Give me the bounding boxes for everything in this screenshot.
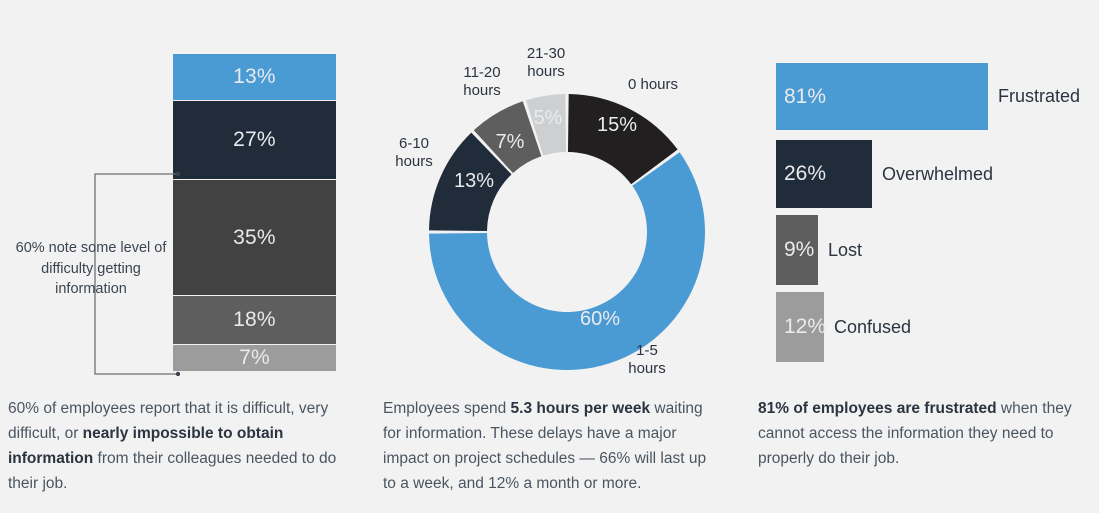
horizontal-bar-row: 12% Confused <box>776 292 911 362</box>
stacked-segment: 13% <box>173 54 336 101</box>
horizontal-bar: 9% <box>776 215 818 285</box>
horizontal-bar-value: 12% <box>784 315 827 338</box>
stacked-segment: 7% <box>173 345 336 371</box>
stacked-segment-value: 13% <box>233 65 276 88</box>
horizontal-bar-label: Confused <box>834 316 912 337</box>
stacked-bar-chart: 13% 27% 35% 18% 7% <box>173 54 336 371</box>
stacked-segment-value: 35% <box>233 225 276 249</box>
horizontal-bar-row: 26% Overwhelmed <box>776 140 993 208</box>
caption-3-bold: 81% of employees are frustrated <box>758 400 997 417</box>
horizontal-bar: 26% <box>776 140 872 208</box>
horizontal-bar-value: 9% <box>784 238 815 261</box>
donut-chart <box>375 0 735 380</box>
stacked-segment-value: 18% <box>233 308 276 331</box>
horizontal-bar-value: 81% <box>784 84 827 108</box>
horizontal-bar: 12% <box>776 292 827 362</box>
horizontal-bar-row: 81% Frustrated <box>776 63 1080 130</box>
caption-horizontal-bar: 81% of employees are frustrated when the… <box>758 396 1088 471</box>
stacked-segment: 18% <box>173 296 336 345</box>
stacked-segment-value: 27% <box>233 128 276 151</box>
horizontal-bar-label: Lost <box>828 239 863 260</box>
infographic-root: 13% 27% 35% 18% 7% 60% note some level of di… <box>0 0 1099 513</box>
horizontal-bar-value: 26% <box>784 162 827 185</box>
bracket-note-text: 60% note some level of difficulty gettin… <box>15 240 167 298</box>
horizontal-bar-row: 9% Lost <box>776 215 862 285</box>
stacked-segment: 35% <box>173 180 336 296</box>
caption-stacked-bar: 60% of employees report that it is diffi… <box>8 396 344 496</box>
horizontal-bar-label: Frustrated <box>998 86 1081 106</box>
donut-svg <box>429 94 705 370</box>
caption-2-bold: 5.3 hours per week <box>510 400 651 417</box>
caption-2-part1: Employees spend <box>383 400 511 417</box>
stacked-segment: 27% <box>173 101 336 180</box>
horizontal-bar: 81% <box>776 63 988 130</box>
caption-donut: Employees spend 5.3 hours per week waiti… <box>383 396 723 496</box>
horizontal-bar-label: Overwhelmed <box>882 163 994 184</box>
stacked-segment-value: 7% <box>239 346 270 369</box>
